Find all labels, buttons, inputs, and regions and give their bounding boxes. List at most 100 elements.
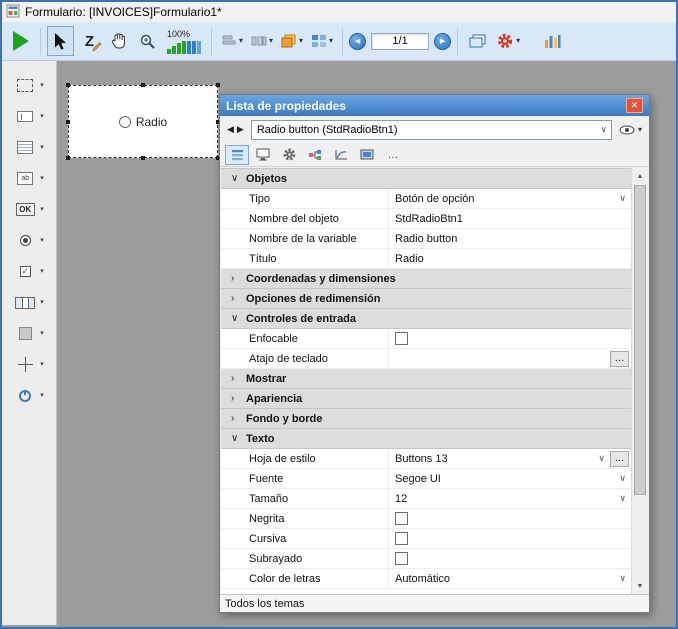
section-opciones-de-redimension[interactable]: ›Opciones de redimensión <box>221 289 631 309</box>
tab-more[interactable]: … <box>381 145 405 165</box>
tab-order-tool-button[interactable]: Z <box>76 26 103 56</box>
scroll-down-icon[interactable]: ▼ <box>632 578 648 594</box>
grid-menu-button[interactable]: ▾ <box>308 26 336 56</box>
next-icon[interactable]: ▶ <box>237 124 244 135</box>
resize-handle[interactable] <box>216 83 220 87</box>
dial-tool-button[interactable]: ▾ <box>14 384 44 407</box>
object-prev-next-button[interactable]: ◀ ▶ <box>225 122 246 137</box>
property-value[interactable]: Segoe UI <box>395 473 441 485</box>
chevron-down-icon[interactable]: ▾ <box>40 82 44 89</box>
settings-gear-button[interactable]: ▾ <box>493 26 523 56</box>
zoom-tool-button[interactable] <box>134 26 161 56</box>
property-value[interactable]: StdRadioBtn1 <box>395 213 463 225</box>
section-mostrar[interactable]: ›Mostrar <box>221 369 631 389</box>
list-tool-button[interactable]: ▾ <box>14 136 44 159</box>
resize-handle[interactable] <box>141 83 145 87</box>
checkbox-tool-button[interactable]: ✓▾ <box>14 260 44 283</box>
tab-settings[interactable] <box>277 145 301 165</box>
tab-form-list[interactable] <box>225 145 249 165</box>
chevron-down-icon[interactable]: ∨ <box>619 473 629 484</box>
ellipsis-button[interactable]: … <box>610 351 629 367</box>
zoom-level-widget[interactable]: 100% <box>163 25 205 57</box>
windows-button[interactable] <box>464 26 491 56</box>
checkbox[interactable] <box>395 532 408 545</box>
visibility-menu-button[interactable]: ▾ <box>617 123 644 137</box>
checkbox[interactable] <box>395 512 408 525</box>
resize-handle[interactable] <box>66 156 70 160</box>
property-value[interactable]: 12 <box>395 493 407 505</box>
section-label: Texto <box>246 433 275 445</box>
resize-handle[interactable] <box>66 83 70 87</box>
object-selector-combobox[interactable]: Radio button (StdRadioBtn1) ∨ <box>251 120 612 140</box>
chevron-down-icon[interactable]: ∨ <box>598 453 608 464</box>
chevron-down-icon[interactable]: ▾ <box>40 113 44 120</box>
chevron-down-icon[interactable]: ▾ <box>40 268 44 275</box>
chevron-down-icon[interactable]: ∨ <box>600 124 607 135</box>
tab-monitor[interactable] <box>251 145 275 165</box>
chevron-down-icon[interactable]: ∨ <box>619 193 629 204</box>
section-objetos[interactable]: ∨Objetos <box>221 169 631 189</box>
ellipsis-button[interactable]: … <box>610 451 629 467</box>
next-page-button[interactable]: ▶ <box>434 33 451 50</box>
radio-button-widget[interactable]: Radio <box>68 85 218 158</box>
scroll-up-icon[interactable]: ▲ <box>632 168 648 184</box>
text-tool-button[interactable]: ab▾ <box>14 167 44 190</box>
editor-body: ▾ ▾ ▾ ab▾ OK▾ ▾ ✓▾ ▾ ▾ ▾ ▾ Radio <box>2 61 676 625</box>
section-apariencia[interactable]: ›Apariencia <box>221 389 631 409</box>
panel-scrollbar[interactable]: ▲ ▼ <box>631 168 648 594</box>
page-indicator[interactable]: 1/1 <box>371 33 429 50</box>
select-tool-button[interactable] <box>47 26 74 56</box>
property-value[interactable]: Buttons 13 <box>395 453 448 465</box>
layers-menu-button[interactable]: ▾ <box>278 26 306 56</box>
chevron-down-icon[interactable]: ▾ <box>40 361 44 368</box>
distribute-menu-button[interactable]: ▾ <box>248 26 276 56</box>
section-controles-de-entrada[interactable]: ∨Controles de entrada <box>221 309 631 329</box>
chevron-down-icon[interactable]: ▾ <box>40 392 44 399</box>
section-fondo-y-borde[interactable]: ›Fondo y borde <box>221 409 631 429</box>
ok-button-tool-button[interactable]: OK▾ <box>14 198 44 221</box>
splitter-tool-button[interactable]: ▾ <box>14 353 44 376</box>
resize-handle[interactable] <box>141 156 145 160</box>
chevron-down-icon[interactable]: ∨ <box>619 493 629 504</box>
curve-icon <box>334 149 348 161</box>
close-icon[interactable]: ✕ <box>626 98 643 113</box>
scrollbar-thumb[interactable] <box>634 185 646 495</box>
button-bar-tool-button[interactable]: ▾ <box>14 291 44 314</box>
chevron-down-icon[interactable]: ▾ <box>40 330 44 337</box>
pan-tool-button[interactable] <box>105 26 132 56</box>
chevron-right-icon: › <box>231 373 240 384</box>
chevron-down-icon[interactable]: ▾ <box>40 206 44 213</box>
resize-handle[interactable] <box>66 120 70 124</box>
chevron-down-icon[interactable]: ▾ <box>40 237 44 244</box>
property-value[interactable]: Automático <box>395 573 450 585</box>
chevron-down-icon[interactable]: ▾ <box>40 175 44 182</box>
marquee-tool-button[interactable]: ▾ <box>14 74 44 97</box>
field-tool-button[interactable]: ▾ <box>14 105 44 128</box>
columns-button[interactable] <box>539 26 566 56</box>
property-value[interactable]: Radio <box>395 253 424 265</box>
properties-panel-titlebar[interactable]: Lista de propiedades ✕ <box>220 95 649 116</box>
tab-display[interactable] <box>355 145 379 165</box>
chevron-down-icon[interactable]: ▾ <box>40 144 44 151</box>
tab-curve[interactable] <box>329 145 353 165</box>
chevron-down-icon[interactable]: ∨ <box>619 573 629 584</box>
chevron-down-icon: ▾ <box>329 37 333 45</box>
chevron-down-icon[interactable]: ▾ <box>40 299 44 306</box>
radio-tool-button[interactable]: ▾ <box>14 229 44 252</box>
checkbox[interactable] <box>395 332 408 345</box>
run-button[interactable] <box>7 26 34 56</box>
section-texto[interactable]: ∨Texto <box>221 429 631 449</box>
prev-icon[interactable]: ◀ <box>227 124 234 135</box>
align-menu-button[interactable]: ▾ <box>218 26 246 56</box>
property-value[interactable]: Botón de opción <box>395 193 475 205</box>
chevron-right-icon: › <box>231 393 240 404</box>
panel-tool-button[interactable]: ▾ <box>14 322 44 345</box>
tab-nodes[interactable] <box>303 145 327 165</box>
section-coordenadas-y-dimensiones[interactable]: ›Coordenadas y dimensiones <box>221 269 631 289</box>
chevron-down-icon: ∨ <box>231 173 240 184</box>
property-value[interactable]: Radio button <box>395 233 457 245</box>
window-titlebar[interactable]: Formulario: [INVOICES]Formulario1* <box>2 2 676 22</box>
radio-circle-icon <box>119 116 131 128</box>
checkbox[interactable] <box>395 552 408 565</box>
prev-page-button[interactable]: ◀ <box>349 33 366 50</box>
